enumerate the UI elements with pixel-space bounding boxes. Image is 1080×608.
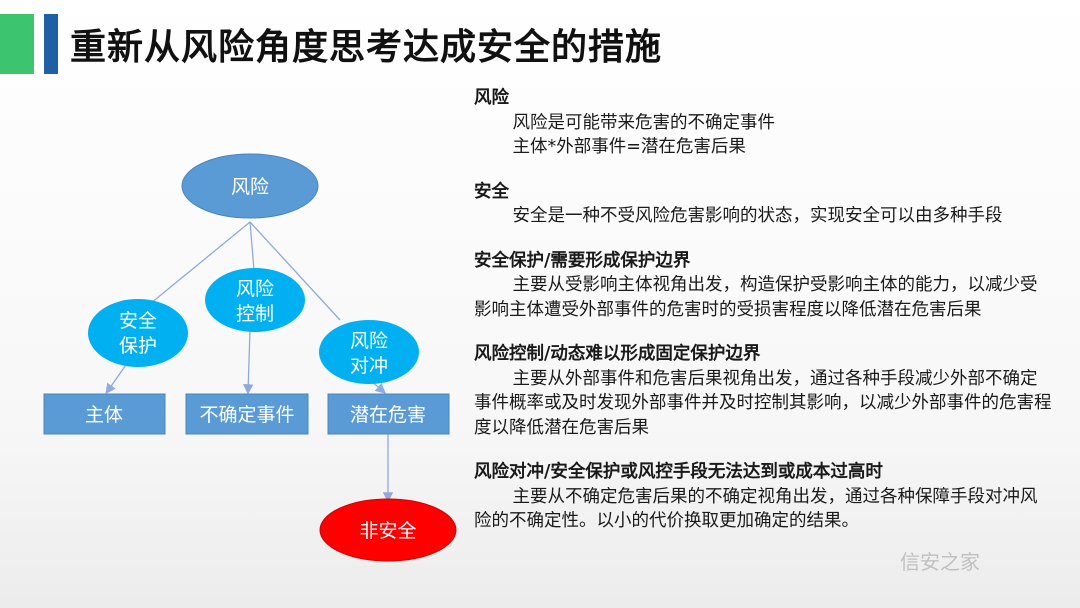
node-uncertain-event-label: 不确定事件 — [199, 404, 294, 426]
risk-diagram: 风险 安全 保护 风险 控制 风险 对冲 主体 不确定事件 潜在危害 非安全 — [43, 153, 457, 562]
node-safety-protect-line2: 保护 — [119, 335, 157, 357]
section-risk-hedge: 风险对冲/安全保护或风控手段无法达到或成本过高时 主要从不确定危害后果的不确定视… — [474, 460, 1054, 534]
watermark: 信安之家 — [900, 550, 980, 574]
section-heading: 安全保护/需要形成保护边界 — [474, 250, 691, 271]
node-risk-control-line1: 风险 — [236, 278, 274, 300]
node-uncertain-event: 不确定事件 — [185, 393, 309, 435]
section-risk-control: 风险控制/动态难以形成固定保护边界 主要从外部事件和危害后果视角出发，通过各种手… — [474, 342, 1054, 440]
node-risk-hedge-line2: 对冲 — [350, 355, 388, 377]
node-potential-harm: 潜在危害 — [327, 393, 450, 435]
node-risk-control-line2: 控制 — [236, 303, 274, 325]
node-unsafe-label: 非安全 — [359, 520, 416, 542]
section-safety-protection: 安全保护/需要形成保护边界 主要从受影响主体视角出发，构造保护受影响主体的能力，… — [474, 249, 1054, 323]
section-heading: 风险对冲/安全保护或风控手段无法达到或成本过高时 — [474, 462, 883, 482]
node-potential-harm-label: 潜在危害 — [350, 404, 426, 426]
section-heading: 安全 — [474, 181, 509, 202]
section-paragraph: 安全是一种不受风险危害影响的状态，实现安全可以由多种手段 — [512, 206, 1003, 226]
section-line: 主体*外部事件=潜在危害后果 — [512, 137, 746, 157]
node-unsafe: 非安全 — [319, 498, 457, 562]
section-line: 风险是可能带来危害的不确定事件 — [512, 112, 776, 133]
section-heading: 风险 — [474, 88, 509, 108]
arrow-control-event — [243, 329, 254, 395]
node-risk-control: 风险 控制 — [205, 268, 305, 332]
node-safety-protect-line1: 安全 — [119, 310, 157, 332]
explanation-panel: 风险 风险是可能带来危害的不确定事件 主体*外部事件=潜在危害后果 安全 安全是… — [474, 86, 1054, 554]
section-heading: 风险控制/动态难以形成固定保护边界 — [474, 344, 761, 364]
section-paragraph: 主要从外部事件和危害后果视角出发，通过各种手段减少外部不确定事件概率或及时发现外… — [474, 368, 1052, 438]
node-subject: 主体 — [43, 393, 166, 435]
section-risk: 风险 风险是可能带来危害的不确定事件 主体*外部事件=潜在危害后果 — [474, 86, 1054, 160]
node-risk-hedge-line1: 风险 — [350, 330, 388, 352]
node-risk-label: 风险 — [231, 176, 269, 198]
section-paragraph: 主要从受影响主体视角出发，构造保护受影响主体的能力，以减少受影响主体遭受外部事件… — [474, 275, 1038, 320]
node-risk-hedge: 风险 对冲 — [319, 320, 419, 384]
edge-risk-control — [249, 221, 255, 271]
node-safety-protect: 安全 保护 — [88, 299, 188, 367]
node-risk: 风险 — [181, 153, 319, 219]
section-paragraph: 主要从不确定危害后果的不确定视角出发，通过各种保障手段对冲风险的不确定性。以小的… — [474, 486, 1038, 532]
section-safety: 安全 安全是一种不受风险危害影响的状态，实现安全可以由多种手段 — [474, 180, 1054, 229]
node-subject-label: 主体 — [85, 404, 123, 426]
arrow-safety-subject — [105, 361, 129, 395]
